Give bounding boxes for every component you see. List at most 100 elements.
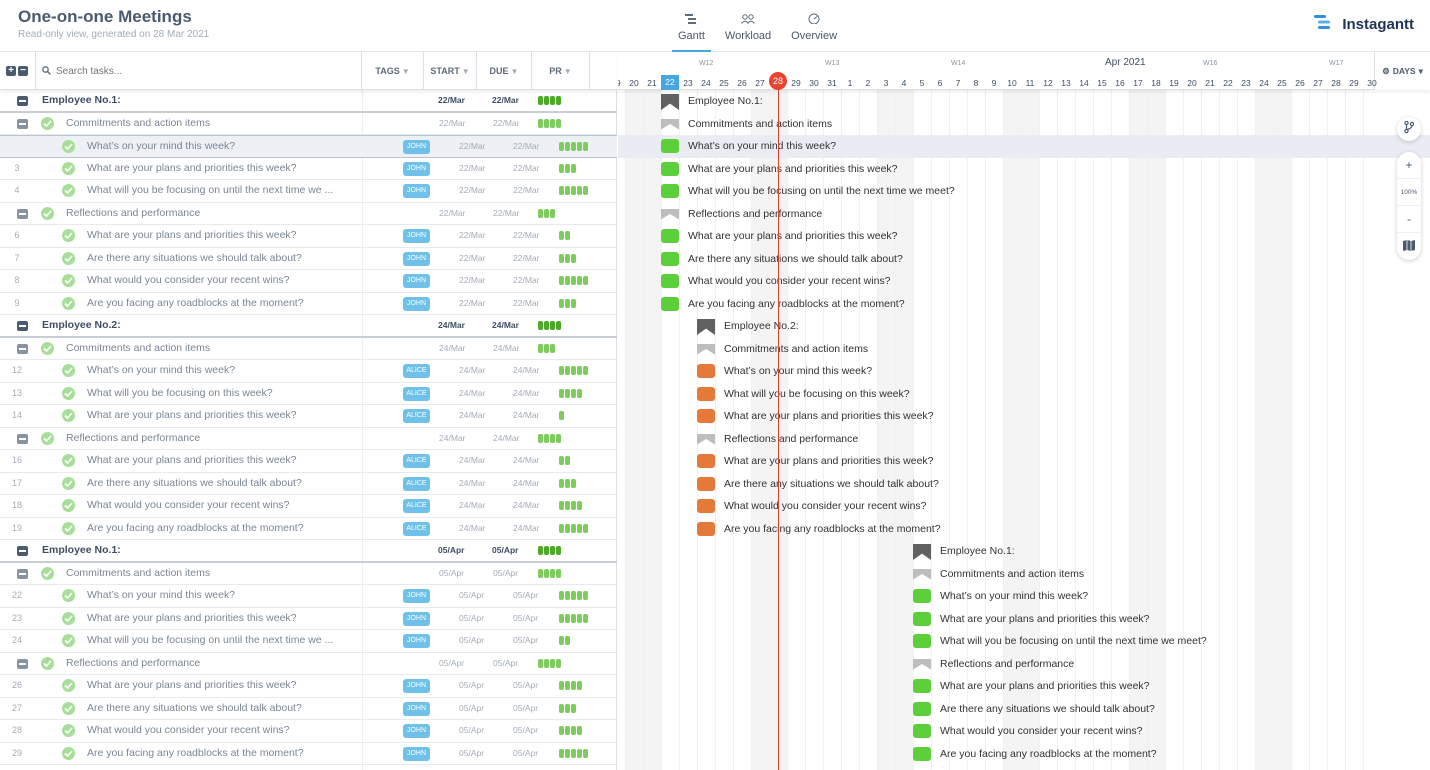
task-name[interactable]: Are there any situations we should talk … — [87, 477, 302, 489]
section-summary-bar[interactable] — [913, 568, 931, 580]
task-bar[interactable] — [697, 386, 715, 401]
table-row[interactable]: Commitments and action items 24/Mar 24/Mar — [0, 338, 617, 360]
table-row[interactable]: 19 Are you facing any roadblocks at the m… — [0, 518, 617, 540]
group-summary-bar[interactable] — [913, 544, 931, 560]
task-bar[interactable] — [661, 184, 679, 198]
section-summary-bar[interactable] — [697, 433, 715, 445]
task-name[interactable]: What will you be focusing on until the n… — [87, 634, 333, 646]
task-name[interactable]: What are your plans and priorities this … — [87, 229, 297, 241]
task-name[interactable]: What’s on your mind this week? — [87, 589, 235, 601]
collapse-toggle-icon[interactable] — [17, 658, 28, 669]
complete-check-icon[interactable] — [62, 476, 75, 490]
complete-check-icon[interactable] — [41, 566, 54, 580]
task-name[interactable]: Reflections and performance — [66, 432, 200, 444]
complete-check-icon[interactable] — [62, 724, 75, 737]
task-name[interactable]: Reflections and performance — [66, 207, 200, 219]
table-row[interactable]: 26 What are your plans and priorities thi… — [0, 675, 617, 698]
complete-check-icon[interactable] — [62, 589, 75, 602]
task-name[interactable]: Commitments and action items — [66, 342, 210, 354]
task-name[interactable]: What are your plans and priorities this … — [87, 612, 297, 624]
complete-check-icon[interactable] — [62, 274, 75, 287]
task-bar[interactable] — [697, 364, 715, 378]
complete-check-icon[interactable] — [41, 656, 54, 670]
table-row[interactable]: Reflections and performance 05/Apr 05/Apr — [0, 653, 617, 675]
task-name[interactable]: Employee No.1: — [42, 94, 121, 106]
section-summary-bar[interactable] — [913, 658, 931, 670]
task-name[interactable]: What will you be focusing on until the n… — [87, 184, 333, 196]
table-row[interactable]: 29 Are you facing any roadblocks at the m… — [0, 743, 617, 765]
task-bar[interactable] — [661, 161, 679, 176]
task-name[interactable]: Commitments and action items — [66, 117, 210, 129]
task-name[interactable]: What would you consider your recent wins… — [87, 724, 290, 736]
complete-check-icon[interactable] — [62, 296, 75, 310]
table-row[interactable]: 24 What will you be focusing on until the… — [0, 630, 617, 653]
task-bar[interactable] — [913, 611, 931, 626]
collapse-toggle-icon[interactable] — [17, 343, 28, 354]
table-row[interactable]: 3 What are your plans and priorities this… — [0, 158, 617, 180]
table-row[interactable]: Reflections and performance 24/Mar 24/Mar — [0, 428, 617, 450]
collapse-toggle-icon[interactable] — [17, 546, 28, 556]
tab-workload[interactable]: Workload — [717, 0, 779, 52]
complete-check-icon[interactable] — [62, 386, 75, 400]
complete-check-icon[interactable] — [41, 206, 54, 220]
zoom-in-button[interactable]: + — [1397, 152, 1421, 179]
task-name[interactable]: Commitments and action items — [66, 567, 210, 579]
collapse-toggle-icon[interactable] — [17, 96, 28, 106]
collapse-toggle-icon[interactable] — [17, 433, 28, 444]
complete-check-icon[interactable] — [62, 701, 75, 715]
table-row[interactable]: 17 Are there any situations we should tal… — [0, 473, 617, 495]
column-header-pr[interactable]: PR ▼ — [532, 52, 590, 90]
group-summary-bar[interactable] — [661, 94, 679, 110]
task-name[interactable]: Are you facing any roadblocks at the mom… — [87, 297, 304, 309]
table-row[interactable]: 4 What will you be focusing on until the … — [0, 180, 617, 203]
table-row[interactable]: Commitments and action items 22/Mar 22/Mar — [0, 113, 617, 135]
complete-check-icon[interactable] — [62, 364, 75, 377]
task-bar[interactable] — [697, 476, 715, 491]
task-bar[interactable] — [913, 701, 931, 716]
collapse-toggle-icon[interactable] — [17, 321, 28, 331]
tab-gantt[interactable]: Gantt — [670, 0, 713, 52]
complete-check-icon[interactable] — [62, 161, 75, 175]
task-name[interactable]: What’s on your mind this week? — [87, 140, 235, 152]
task-name[interactable]: What would you consider your recent wins… — [87, 499, 290, 511]
complete-check-icon[interactable] — [62, 184, 75, 197]
task-bar[interactable] — [697, 409, 715, 423]
task-bar[interactable] — [913, 724, 931, 738]
table-row[interactable]: Employee No.2: 24/Mar 24/Mar — [0, 315, 617, 338]
task-name[interactable]: Reflections and performance — [66, 657, 200, 669]
table-row[interactable]: 27 Are there any situations we should tal… — [0, 698, 617, 720]
table-row[interactable]: 9 Are you facing any roadblocks at the mo… — [0, 293, 617, 315]
complete-check-icon[interactable] — [62, 634, 75, 647]
column-header-due[interactable]: DUE ▼ — [477, 52, 532, 90]
table-row[interactable]: Reflections and performance 22/Mar 22/Mar — [0, 203, 617, 225]
task-name[interactable]: Are you facing any roadblocks at the mom… — [87, 747, 304, 759]
complete-check-icon[interactable] — [62, 409, 75, 422]
task-bar[interactable] — [661, 251, 679, 266]
task-bar[interactable] — [697, 499, 715, 513]
section-summary-bar[interactable] — [697, 343, 715, 355]
dependencies-button[interactable] — [1397, 117, 1421, 141]
task-name[interactable]: What are your plans and priorities this … — [87, 454, 297, 466]
section-summary-bar[interactable] — [661, 118, 679, 130]
complete-check-icon[interactable] — [62, 140, 75, 153]
task-name[interactable]: What would you consider your recent wins… — [87, 274, 290, 286]
table-row[interactable]: Employee No.1: 05/Apr 05/Apr — [0, 540, 617, 563]
table-row[interactable]: 8 What would you consider your recent win… — [0, 270, 617, 293]
column-header-start[interactable]: START ▼ — [424, 52, 477, 90]
task-bar[interactable] — [913, 634, 931, 648]
table-row[interactable]: 16 What are your plans and priorities thi… — [0, 450, 617, 473]
group-summary-bar[interactable] — [697, 319, 715, 335]
zoom-out-button[interactable]: - — [1397, 206, 1421, 233]
task-name[interactable]: What’s on your mind this week? — [87, 364, 235, 376]
task-name[interactable]: Are you facing any roadblocks at the mom… — [87, 522, 304, 534]
task-bar[interactable] — [661, 139, 679, 153]
task-name[interactable]: Employee No.2: — [42, 319, 121, 331]
complete-check-icon[interactable] — [62, 251, 75, 265]
table-row[interactable]: What’s on your mind this week? JOHN 22/Mar… — [0, 135, 617, 158]
complete-check-icon[interactable] — [62, 454, 75, 467]
table-row[interactable]: Commitments and action items 05/Apr 05/Apr — [0, 563, 617, 585]
collapse-toggle-icon[interactable] — [17, 208, 28, 219]
task-name[interactable]: Are there any situations we should talk … — [87, 252, 302, 264]
section-summary-bar[interactable] — [661, 208, 679, 220]
complete-check-icon[interactable] — [62, 746, 75, 760]
